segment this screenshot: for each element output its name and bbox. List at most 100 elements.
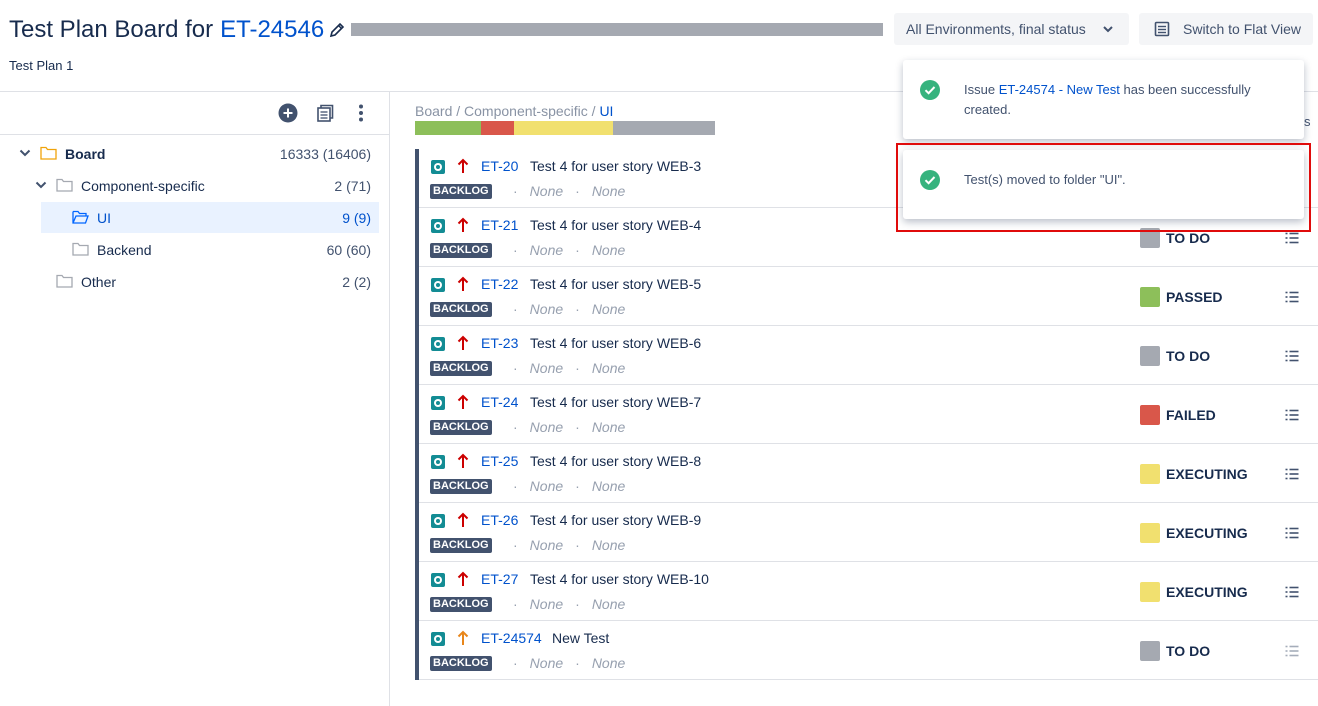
separator-dot: · — [513, 301, 518, 317]
chevron-down-icon[interactable] — [35, 179, 47, 191]
toast-issue-link[interactable]: ET-24574 - New Test — [999, 82, 1120, 97]
test-steps-icon[interactable] — [1285, 468, 1299, 480]
test-row[interactable]: ET-23 Test 4 for user story WEB-6 BACKLOG ·… — [419, 326, 1318, 385]
separator-dot: · — [513, 360, 518, 376]
meta-value: None — [529, 655, 564, 671]
test-row[interactable]: ET-24 Test 4 for user story WEB-7 BACKLOG ·… — [419, 385, 1318, 444]
status-color-swatch — [1140, 464, 1160, 484]
test-summary[interactable]: Test 4 for user story WEB-9 — [530, 512, 701, 528]
test-run-status-label: EXECUTING — [1166, 466, 1248, 482]
priority-arrow-icon — [457, 335, 469, 350]
test-meta: · None · None — [501, 596, 625, 612]
test-summary[interactable]: Test 4 for user story WEB-5 — [530, 276, 701, 292]
test-steps-icon[interactable] — [1285, 291, 1299, 303]
test-row[interactable]: ET-26 Test 4 for user story WEB-9 BACKLOG ·… — [419, 503, 1318, 562]
test-run-status-label: EXECUTING — [1166, 584, 1248, 600]
test-row[interactable]: ET-22 Test 4 for user story WEB-5 BACKLOG ·… — [419, 267, 1318, 326]
test-key-link[interactable]: ET-24 — [481, 394, 518, 410]
tree-item-count: 9 (9) — [342, 209, 371, 226]
separator-dot: · — [575, 419, 580, 435]
add-folder-icon[interactable] — [278, 103, 298, 123]
test-run-status[interactable]: EXECUTING — [1140, 464, 1248, 484]
test-summary[interactable]: New Test — [552, 630, 609, 646]
test-run-status[interactable]: EXECUTING — [1140, 523, 1248, 543]
separator-dot: · — [575, 360, 580, 376]
test-run-status[interactable]: TO DO — [1140, 641, 1210, 661]
status-badge: BACKLOG — [430, 597, 492, 612]
chevron-down-icon — [1103, 26, 1113, 33]
tree-item-ui[interactable]: UI 9 (9) — [41, 202, 379, 233]
test-steps-icon[interactable] — [1285, 586, 1299, 598]
progress-segment-passed — [415, 121, 481, 135]
meta-value: None — [591, 360, 626, 376]
meta-value: None — [591, 183, 626, 199]
test-run-status[interactable]: FAILED — [1140, 405, 1216, 425]
test-run-status[interactable]: PASSED — [1140, 287, 1223, 307]
separator-dot: · — [513, 537, 518, 553]
test-steps-icon[interactable] — [1285, 232, 1299, 244]
test-plan-key-link[interactable]: ET-24546 — [220, 16, 324, 44]
environment-select[interactable]: All Environments, final status — [894, 13, 1129, 45]
test-key-link[interactable]: ET-20 — [481, 158, 518, 174]
folder-icon — [40, 146, 57, 160]
test-key-link[interactable]: ET-26 — [481, 512, 518, 528]
status-color-swatch — [1140, 641, 1160, 661]
test-summary[interactable]: Test 4 for user story WEB-4 — [530, 217, 701, 233]
tree-item-board[interactable]: Board 16333 (16406) — [0, 138, 379, 169]
tree-item-other[interactable]: Other 2 (2) — [0, 266, 379, 297]
priority-arrow-icon — [457, 512, 469, 527]
test-type-icon — [431, 337, 445, 351]
list-view-icon — [1154, 21, 1170, 37]
test-key-link[interactable]: ET-24574 — [481, 630, 542, 646]
meta-value: None — [529, 478, 564, 494]
test-run-status-label: TO DO — [1166, 230, 1211, 246]
tree-item-component-specific[interactable]: Component-specific 2 (71) — [0, 170, 379, 201]
breadcrumb-component-specific[interactable]: Component-specific — [464, 103, 588, 119]
test-key-link[interactable]: ET-21 — [481, 217, 518, 233]
separator-dot: · — [575, 596, 580, 612]
breadcrumb-board[interactable]: Board — [415, 103, 452, 119]
priority-arrow-icon — [457, 394, 469, 409]
separator-dot: · — [513, 655, 518, 671]
test-steps-icon[interactable] — [1285, 409, 1299, 421]
status-badge: BACKLOG — [430, 361, 492, 376]
test-key-link[interactable]: ET-23 — [481, 335, 518, 351]
separator-dot: · — [575, 242, 580, 258]
test-steps-icon[interactable] — [1285, 350, 1299, 362]
test-run-status[interactable]: TO DO — [1140, 346, 1210, 366]
test-summary[interactable]: Test 4 for user story WEB-10 — [530, 571, 709, 587]
folder-progress-bar — [415, 121, 715, 135]
test-key-link[interactable]: ET-25 — [481, 453, 518, 469]
test-steps-icon[interactable] — [1285, 527, 1299, 539]
separator-dot: · — [513, 419, 518, 435]
test-type-icon — [431, 514, 445, 528]
chevron-down-icon[interactable] — [19, 147, 31, 159]
pencil-icon[interactable] — [328, 21, 346, 39]
test-summary[interactable]: Test 4 for user story WEB-3 — [530, 158, 701, 174]
test-summary[interactable]: Test 4 for user story WEB-8 — [530, 453, 701, 469]
test-row[interactable]: ET-27 Test 4 for user story WEB-10 BACKLOG… — [419, 562, 1318, 621]
test-summary[interactable]: Test 4 for user story WEB-6 — [530, 335, 701, 351]
test-run-status-label: TO DO — [1166, 348, 1211, 364]
test-key-link[interactable]: ET-22 — [481, 276, 518, 292]
copy-icon[interactable] — [315, 103, 335, 123]
test-meta: · None · None — [501, 478, 625, 494]
switch-to-flat-view-button[interactable]: Switch to Flat View — [1139, 13, 1313, 45]
more-options-icon[interactable] — [351, 103, 371, 123]
test-key-link[interactable]: ET-27 — [481, 571, 518, 587]
test-steps-icon[interactable] — [1285, 645, 1299, 657]
truncated-text: s — [1304, 114, 1311, 129]
meta-value: None — [529, 537, 564, 553]
separator-dot: · — [513, 242, 518, 258]
header-progress-bar — [351, 23, 883, 36]
meta-value: None — [591, 478, 626, 494]
toast-issue-created: Issue ET-24574 - New Test has been succe… — [903, 60, 1304, 139]
test-run-status[interactable]: EXECUTING — [1140, 582, 1248, 602]
priority-arrow-icon — [457, 571, 469, 586]
test-row[interactable]: ET-24574 New Test BACKLOG · None · None TO DO — [419, 621, 1318, 680]
test-row[interactable]: ET-25 Test 4 for user story WEB-8 BACKLOG ·… — [419, 444, 1318, 503]
tree-item-backend[interactable]: Backend 60 (60) — [0, 234, 379, 265]
test-summary[interactable]: Test 4 for user story WEB-7 — [530, 394, 701, 410]
separator-dot: · — [513, 596, 518, 612]
separator-dot: · — [513, 478, 518, 494]
